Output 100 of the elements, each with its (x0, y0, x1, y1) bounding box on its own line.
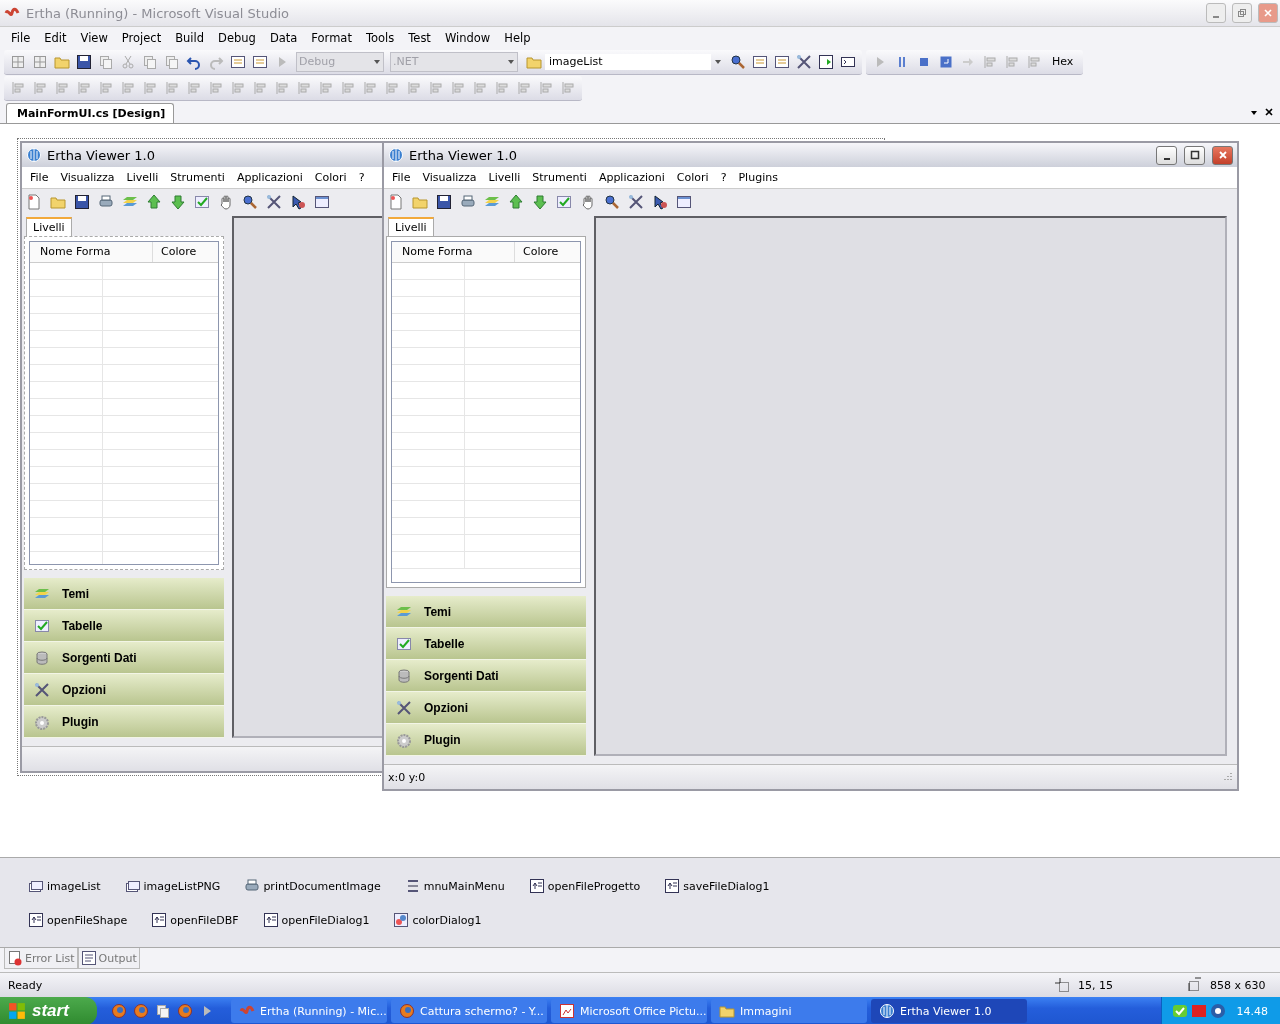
taskbar-button[interactable]: Immagini (711, 999, 867, 1023)
alignment-icon[interactable] (472, 79, 488, 96)
zoom-icon[interactable] (242, 193, 258, 210)
menu-item[interactable]: Livelli (482, 171, 527, 184)
close-button[interactable] (1212, 145, 1233, 165)
down-arrow-icon[interactable] (532, 193, 548, 210)
alignment-icon[interactable] (32, 79, 48, 96)
alignment-icon[interactable] (10, 79, 26, 96)
up-arrow-icon[interactable] (508, 193, 524, 210)
alignment-icon[interactable] (384, 79, 400, 96)
alignment-icon[interactable] (54, 79, 70, 96)
component-item[interactable]: imageListPNG (124, 878, 221, 894)
alignment-icon[interactable] (1026, 53, 1042, 70)
tools-icon[interactable] (628, 193, 644, 210)
menu-item[interactable]: ? (352, 171, 371, 184)
properties-icon[interactable] (252, 53, 268, 70)
taskbar-button[interactable]: Ertha Viewer 1.0 (871, 999, 1027, 1023)
zoom-icon[interactable] (730, 53, 746, 70)
component-item[interactable]: openFileDialog1 (262, 912, 370, 928)
alignment-icon[interactable] (208, 79, 224, 96)
menu-item[interactable]: Data (262, 29, 305, 47)
document-icon[interactable] (388, 193, 404, 210)
resize-grip-icon[interactable] (1221, 771, 1233, 783)
alignment-icon[interactable] (296, 79, 312, 96)
taskbar-button[interactable]: Ertha (Running) - Mic... (231, 999, 387, 1023)
up-arrow-icon[interactable] (146, 193, 162, 210)
hex-button[interactable]: Hex (1048, 55, 1078, 68)
column-header[interactable]: Nome Forma (392, 242, 515, 262)
tab[interactable]: Livelli (26, 217, 72, 236)
taskbar-button[interactable]: Microsoft Office Pictu... (551, 999, 707, 1023)
copy-icon[interactable] (155, 1003, 171, 1019)
alignment-icon[interactable] (318, 79, 334, 96)
scissors-icon[interactable] (120, 53, 136, 70)
menu-item[interactable]: File (386, 171, 417, 184)
hand-icon[interactable] (218, 193, 234, 210)
component-item[interactable]: openFileProgetto (528, 878, 641, 894)
menu-item[interactable]: Format (304, 29, 359, 47)
menu-item[interactable]: File (24, 171, 55, 184)
globe-icon[interactable] (177, 1003, 193, 1019)
menu-item[interactable]: Debug (211, 29, 263, 47)
menu-item[interactable]: Window (437, 29, 498, 47)
restore-button[interactable] (1232, 3, 1252, 23)
alignment-icon[interactable] (982, 53, 998, 70)
printer-icon[interactable] (460, 193, 476, 210)
alignment-icon[interactable] (538, 79, 554, 96)
alignment-icon[interactable] (186, 79, 202, 96)
navigation-section[interactable]: Temi (24, 578, 224, 610)
menu-item[interactable]: Strumenti (164, 171, 231, 184)
tools-icon[interactable] (266, 193, 282, 210)
menu-item[interactable]: ? (714, 171, 733, 184)
menu-item[interactable]: Applicazioni (592, 171, 671, 184)
tool-window-tab[interactable]: Error List (4, 948, 78, 969)
alignment-icon[interactable] (142, 79, 158, 96)
caret-icon[interactable] (1250, 109, 1258, 117)
properties-icon[interactable] (752, 53, 768, 70)
maximize-button[interactable] (1184, 145, 1205, 165)
arrow-box-icon[interactable] (818, 53, 834, 70)
menu-item[interactable]: Colori (308, 171, 353, 184)
pointer-icon[interactable] (290, 193, 306, 210)
pointer-icon[interactable] (652, 193, 668, 210)
alignment-icon[interactable] (428, 79, 444, 96)
menu-item[interactable]: View (73, 29, 115, 47)
alignment-icon[interactable] (98, 79, 114, 96)
component-item[interactable]: printDocumentImage (244, 878, 381, 894)
down-arrow-icon[interactable] (170, 193, 186, 210)
alignment-icon[interactable] (560, 79, 576, 96)
window-icon[interactable] (676, 193, 692, 210)
alignment-icon[interactable] (362, 79, 378, 96)
globe-icon[interactable] (133, 1003, 149, 1019)
alignment-icon[interactable] (406, 79, 422, 96)
menu-item[interactable]: Strumenti (526, 171, 593, 184)
alignment-icon[interactable] (516, 79, 532, 96)
component-item[interactable]: imageList (28, 878, 101, 894)
alignment-icon[interactable] (76, 79, 92, 96)
table-check-icon[interactable] (556, 193, 572, 210)
navigation-section[interactable]: Plugin (386, 724, 586, 756)
alignment-icon[interactable] (230, 79, 246, 96)
component-item[interactable]: colorDialog1 (393, 912, 482, 928)
close-button[interactable] (1258, 3, 1278, 23)
close-icon[interactable] (1264, 107, 1274, 117)
navigation-section[interactable]: Plugin (24, 706, 224, 738)
menu-item[interactable]: Tools (358, 29, 402, 47)
tools-icon[interactable] (796, 53, 812, 70)
alignment-icon[interactable] (252, 79, 268, 96)
menu-item[interactable]: Edit (37, 29, 74, 47)
printer-icon[interactable] (98, 193, 114, 210)
navigation-section[interactable]: Opzioni (24, 674, 224, 706)
component-item[interactable]: openFileShape (28, 912, 128, 928)
menu-item[interactable]: Visualizza (54, 171, 121, 184)
column-header[interactable]: Colore (515, 242, 559, 262)
navigation-section[interactable]: Tabelle (386, 628, 586, 660)
hand-icon[interactable] (580, 193, 596, 210)
alignment-icon[interactable] (494, 79, 510, 96)
start-button[interactable]: start (0, 997, 97, 1024)
grid-icon[interactable] (10, 53, 26, 70)
component-item[interactable]: mnuMainMenu (404, 878, 505, 894)
menu-item[interactable]: Livelli (120, 171, 165, 184)
properties-icon[interactable] (774, 53, 790, 70)
menu-item[interactable]: Help (497, 29, 538, 47)
menu-item[interactable]: Applicazioni (230, 171, 309, 184)
